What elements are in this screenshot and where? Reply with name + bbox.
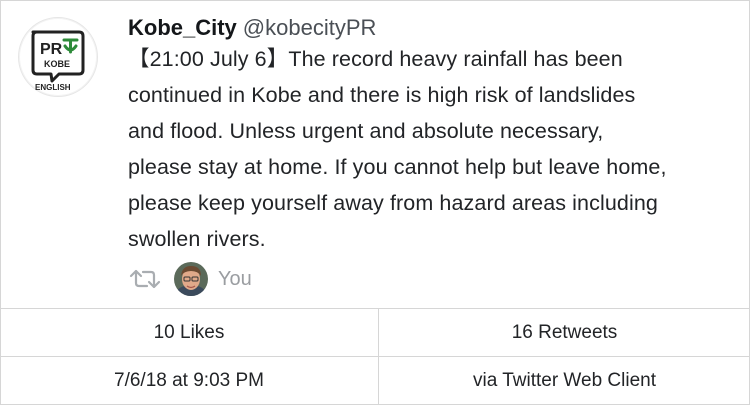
tweet-text-line: and flood. Unless urgent and absolute ne… [128,119,604,143]
retweet-icon[interactable] [128,268,162,290]
tweet-header: Kobe_City @kobecityPR [128,11,376,45]
logo-pr-text: PR [40,41,63,58]
tweet-text-line: please keep yourself away from hazard ar… [128,191,658,215]
tweet-source: via Twitter Web Client [378,357,750,404]
tweet-text-line: continued in Kobe and there is high risk… [128,83,636,107]
logo-kobe-text: KOBE [44,59,70,69]
tweet-timestamp[interactable]: 7/6/18 at 9:03 PM [1,357,377,404]
display-name[interactable]: Kobe_City [128,15,237,40]
tweet-text-line: please stay at home. If you cannot help … [128,155,667,179]
tweet-text-line: swollen rivers. [128,227,266,251]
logo-english-text: ENGLISH [35,83,71,92]
retweets-count[interactable]: 16 Retweets [378,309,750,356]
user-handle[interactable]: @kobecityPR [243,15,377,40]
tweet-card: PR KOBE ENGLISH Kobe_City @kobecityPR 【21… [0,0,750,405]
meta-row: 7/6/18 at 9:03 PM via Twitter Web Client [1,357,749,404]
tweet-text: 【21:00 July 6】The record heavy rainfall … [128,41,738,257]
stats-row: 10 Likes 16 Retweets [1,309,749,357]
retweeted-by-label[interactable]: You [218,268,252,291]
pr-kobe-logo-icon: PR KOBE ENGLISH [31,30,85,92]
retweet-bar: You [128,259,252,299]
retweeter-avatar[interactable] [174,262,208,296]
tweet-text-line: 【21:00 July 6】The record heavy rainfall … [128,47,623,71]
profile-avatar[interactable]: PR KOBE ENGLISH [18,17,98,97]
likes-count[interactable]: 10 Likes [1,309,377,356]
tweet-stats: 10 Likes 16 Retweets 7/6/18 at 9:03 PM v… [1,308,749,405]
